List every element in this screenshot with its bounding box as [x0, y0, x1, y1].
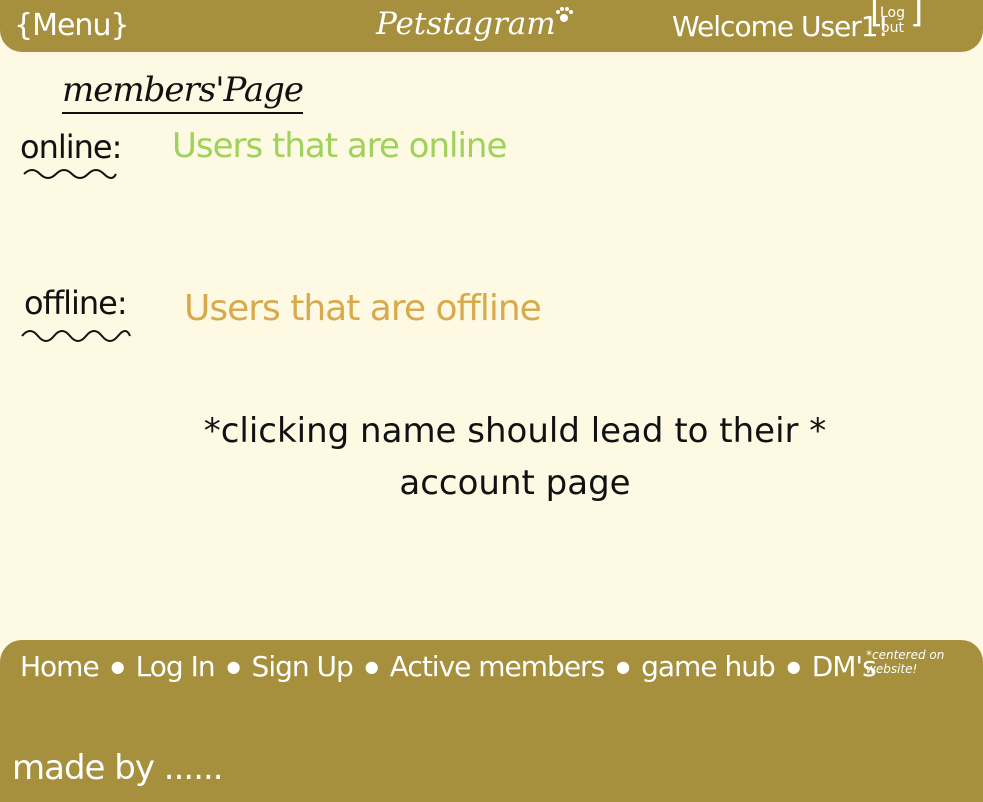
footer-nav: Home ● Log In ● Sign Up ● Active members…	[20, 650, 877, 683]
nav-separator: ●	[616, 657, 630, 676]
nav-separator: ●	[226, 657, 241, 676]
offline-users-list[interactable]: Users that are offline	[184, 288, 542, 329]
online-users-list[interactable]: Users that are online	[172, 126, 507, 166]
welcome-text: Welcome User1!	[672, 10, 889, 43]
nav-active-members[interactable]: Active members	[390, 650, 605, 683]
nav-log-in[interactable]: Log In	[136, 650, 216, 683]
nav-home[interactable]: Home	[20, 650, 100, 683]
offline-label: offline:	[24, 284, 128, 322]
design-note-line-1: *clicking name should lead to their *	[203, 411, 827, 451]
logout-label-1: Log	[880, 5, 906, 21]
design-note: *clicking name should lead to their * ac…	[130, 405, 900, 509]
header-bar: {Menu} Petstagram Welcome User1! [ Log o…	[0, 0, 983, 52]
nav-separator: ●	[364, 657, 379, 676]
online-label: online:	[20, 128, 122, 166]
page-title: members'Page	[62, 70, 304, 114]
design-note-line-2: account page	[399, 463, 631, 503]
logout-button[interactable]: [ Log out ]	[870, 0, 923, 36]
menu-button[interactable]: {Menu}	[14, 8, 130, 43]
online-underline	[23, 169, 117, 179]
offline-underline	[21, 330, 131, 342]
centered-note: *centered on website!	[866, 648, 945, 676]
nav-sign-up[interactable]: Sign Up	[252, 650, 354, 683]
nav-separator: ●	[786, 657, 801, 676]
nav-game-hub[interactable]: game hub	[641, 650, 776, 683]
logout-label-2: out	[881, 20, 904, 36]
brand-logo[interactable]: Petstagram	[376, 6, 556, 42]
paw-icon	[556, 7, 573, 22]
nav-separator: ●	[110, 657, 125, 676]
made-by-text: made by ......	[12, 748, 224, 788]
